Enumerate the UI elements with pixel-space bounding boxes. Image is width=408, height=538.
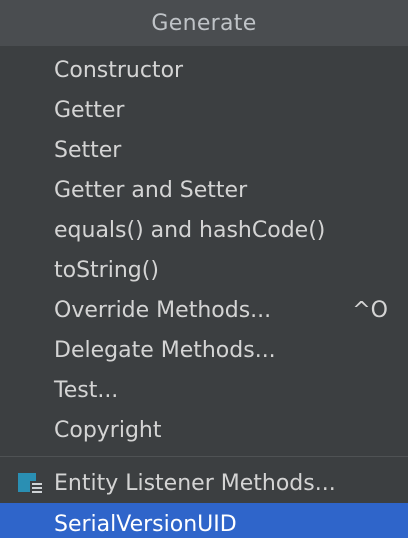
menu-item-delegate-methods[interactable]: Delegate Methods... — [0, 330, 408, 370]
menu-item-equals-hashcode[interactable]: equals() and hashCode() — [0, 210, 408, 250]
generate-menu-list: Constructor Getter Setter Getter and Set… — [0, 50, 408, 538]
menu-item-label: Override Methods... — [54, 297, 272, 323]
shortcut-label: ^O — [352, 297, 388, 323]
menu-item-label: SerialVersionUID — [54, 511, 237, 537]
menu-item-label: Copyright — [54, 417, 162, 443]
menu-item-serialversionuid[interactable]: SerialVersionUID — [0, 503, 408, 538]
menu-item-entity-listener-methods[interactable]: Entity Listener Methods... — [0, 463, 408, 503]
menu-item-label: Constructor — [54, 57, 184, 83]
menu-item-label: Delegate Methods... — [54, 337, 276, 363]
menu-separator — [0, 456, 408, 457]
menu-item-label: Setter — [54, 137, 122, 163]
menu-item-label: Getter — [54, 97, 125, 123]
menu-item-getter-and-setter[interactable]: Getter and Setter — [0, 170, 408, 210]
menu-item-getter[interactable]: Getter — [0, 90, 408, 130]
menu-item-setter[interactable]: Setter — [0, 130, 408, 170]
menu-item-override-methods[interactable]: Override Methods... ^O — [0, 290, 408, 330]
menu-item-label: Getter and Setter — [54, 177, 248, 203]
menu-item-label: Test... — [54, 377, 119, 403]
menu-item-tostring[interactable]: toString() — [0, 250, 408, 290]
menu-item-label: toString() — [54, 257, 159, 283]
menu-item-constructor[interactable]: Constructor — [0, 50, 408, 90]
menu-item-copyright[interactable]: Copyright — [0, 410, 408, 450]
generate-popup: Generate Constructor Getter Setter Gette… — [0, 0, 408, 538]
menu-item-label: equals() and hashCode() — [54, 217, 326, 243]
entity-listener-icon — [16, 472, 44, 494]
menu-item-label: Entity Listener Methods... — [54, 470, 336, 496]
menu-item-test[interactable]: Test... — [0, 370, 408, 410]
popup-title: Generate — [0, 0, 408, 46]
